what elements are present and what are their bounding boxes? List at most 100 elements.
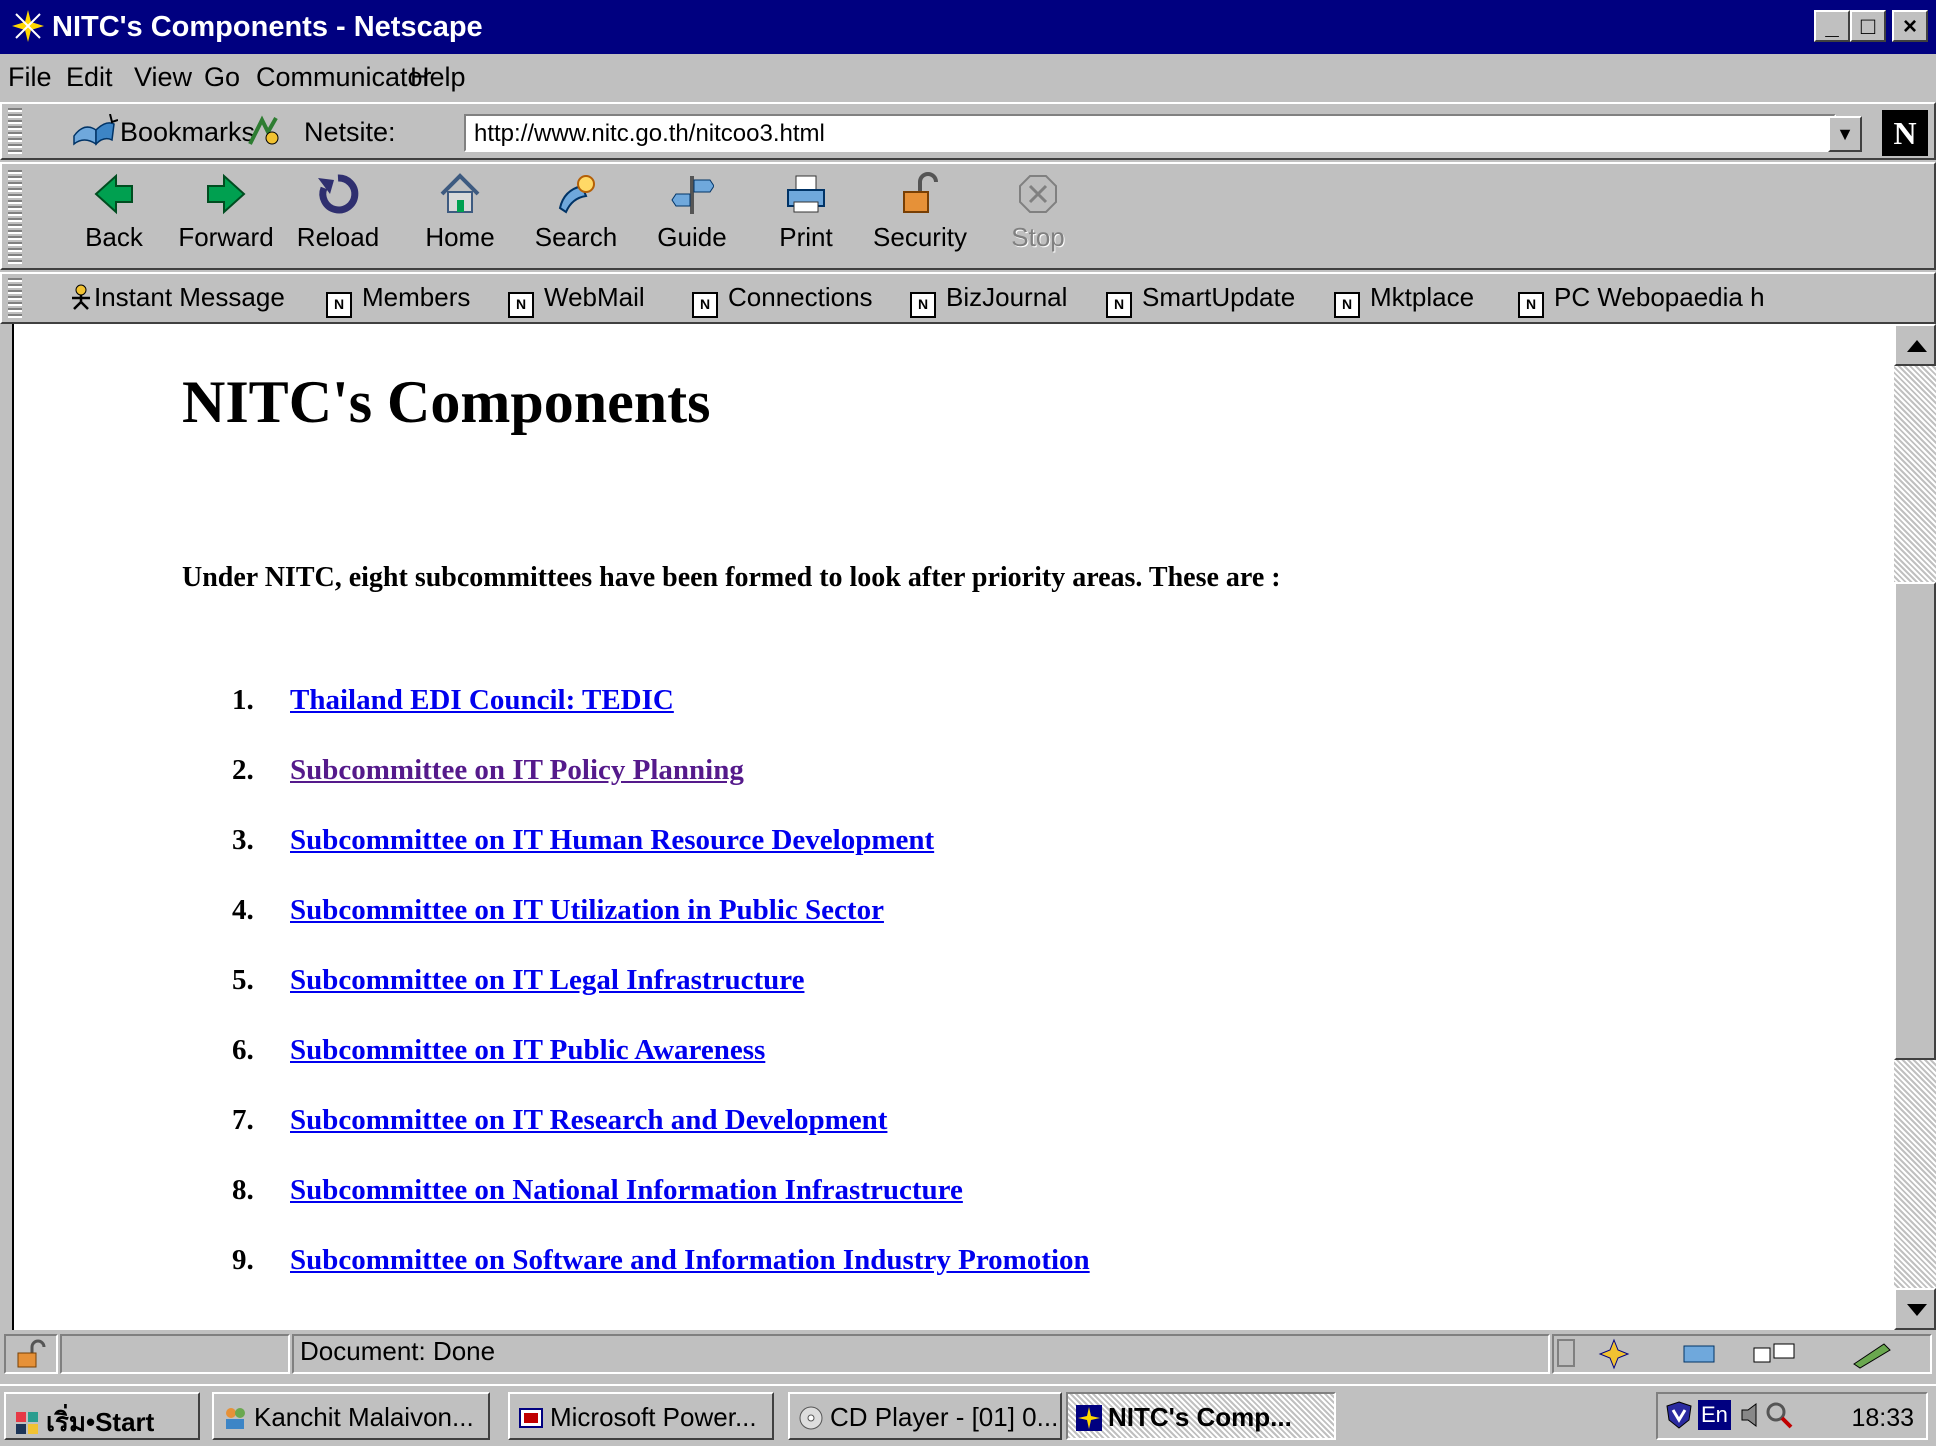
task-button-kanchit[interactable]: Kanchit Malaivon... <box>212 1392 490 1440</box>
speaker-icon[interactable] <box>1738 1400 1764 1430</box>
netscape-app-icon <box>10 8 46 44</box>
guide-icon <box>671 176 714 214</box>
powerpoint-icon <box>519 1408 543 1428</box>
bookmark-connections[interactable]: N Connections <box>692 282 873 318</box>
menu-help[interactable]: Help <box>410 62 466 93</box>
component-bar-icons <box>1557 1338 1891 1370</box>
navigation-toolbar: Back Forward Reload Home Search Guide Pr… <box>0 162 1936 270</box>
list-item-number: 6. <box>232 1034 254 1066</box>
bookmark-instant-message[interactable]: Instant Message <box>68 282 285 313</box>
windows-logo-icon <box>16 1412 38 1434</box>
netscape-page-icon: N <box>508 292 534 318</box>
netscape-page-icon: N <box>326 292 352 318</box>
bookmark-webmail[interactable]: N WebMail <box>508 282 645 318</box>
menu-bar: File Edit View Go Communicator Help <box>0 54 1936 100</box>
page-content: NITC's Components Under NITC, eight subc… <box>12 324 1894 1330</box>
bookmark-smartupdate[interactable]: N SmartUpdate <box>1106 282 1295 318</box>
window-title: NITC's Components - Netscape <box>52 11 483 43</box>
stop-button[interactable]: Stop <box>982 166 1094 268</box>
list-item-number: 1. <box>232 684 254 716</box>
menu-edit[interactable]: Edit <box>66 62 113 93</box>
list-item-number: 3. <box>232 824 254 856</box>
vertical-scrollbar[interactable] <box>1894 324 1936 1330</box>
maximize-button[interactable]: □ <box>1850 10 1886 42</box>
scroll-up-button[interactable] <box>1894 324 1936 366</box>
reload-button[interactable]: Reload <box>282 166 394 268</box>
netscape-page-icon: N <box>1334 292 1360 318</box>
search-button[interactable]: Search <box>520 166 632 268</box>
toolbar-grip[interactable] <box>8 108 22 154</box>
subcommittee-link[interactable]: Subcommittee on IT Human Resource Develo… <box>290 824 934 857</box>
system-tray: En 18:33 <box>1656 1392 1928 1440</box>
status-bar: Document: Done <box>0 1330 1936 1380</box>
component-bar <box>1552 1334 1932 1374</box>
subcommittee-link[interactable]: Thailand EDI Council: TEDIC <box>290 684 674 717</box>
search-tray-icon[interactable] <box>1764 1400 1794 1430</box>
language-indicator[interactable]: En <box>1698 1400 1731 1430</box>
bookmark-bizjournal[interactable]: N BizJournal <box>910 282 1067 318</box>
bookmark-pc-webopaedia[interactable]: N PC Webopaedia h <box>1518 282 1765 318</box>
subcommittee-link[interactable]: Subcommittee on National Information Inf… <box>290 1174 963 1207</box>
unlocked-padlock-icon <box>17 1339 46 1368</box>
print-button[interactable]: Print <box>750 166 862 268</box>
reload-icon <box>318 174 359 214</box>
security-status-pane[interactable] <box>4 1334 58 1374</box>
menu-go[interactable]: Go <box>204 62 240 93</box>
clock: 18:33 <box>1851 1404 1914 1432</box>
netscape-page-icon: N <box>910 292 936 318</box>
netscape-page-icon: N <box>692 292 718 318</box>
subcommittee-link[interactable]: Subcommittee on Software and Information… <box>290 1244 1090 1277</box>
url-dropdown-button[interactable]: ▼ <box>1828 116 1862 152</box>
people-icon <box>226 1408 245 1429</box>
security-button[interactable]: Security <box>864 166 976 268</box>
status-text: Document: Done <box>300 1336 496 1366</box>
home-button[interactable]: Home <box>404 166 516 268</box>
back-arrow-icon <box>94 173 133 215</box>
subcommittee-link[interactable]: Subcommittee on IT Public Awareness <box>290 1034 765 1067</box>
netscape-page-icon: N <box>1518 292 1544 318</box>
subcommittee-link[interactable]: Subcommittee on IT Research and Developm… <box>290 1104 887 1137</box>
search-icon <box>558 175 595 214</box>
intro-text: Under NITC, eight subcommittees have bee… <box>182 562 1281 593</box>
task-button-powerpoint[interactable]: Microsoft Power... <box>508 1392 774 1440</box>
bookmark-mktplace[interactable]: N Mktplace <box>1334 282 1474 318</box>
back-button[interactable]: Back <box>58 166 170 268</box>
scroll-down-button[interactable] <box>1894 1288 1936 1330</box>
netscape-page-icon: N <box>1106 292 1132 318</box>
task-button-netscape[interactable]: NITC's Comp... <box>1066 1392 1336 1440</box>
list-item-number: 2. <box>232 754 254 786</box>
windows-taskbar: เริ่ม•Start Kanchit Malaivon... Microsof… <box>0 1384 1936 1446</box>
forward-button[interactable]: Forward <box>170 166 282 268</box>
url-input[interactable]: http://www.nitc.go.th/nitcoo3.html <box>464 114 1836 152</box>
guide-button[interactable]: Guide <box>636 166 748 268</box>
list-item-number: 7. <box>232 1104 254 1136</box>
menu-view[interactable]: View <box>134 62 192 93</box>
netscape-logo[interactable]: N <box>1882 110 1928 156</box>
bookmark-members[interactable]: N Members <box>326 282 470 318</box>
subcommittee-link[interactable]: Subcommittee on IT Utilization in Public… <box>290 894 884 927</box>
instant-message-icon <box>72 284 90 310</box>
personal-toolbar: Instant Message N Members N WebMail N Conne… <box>0 272 1936 324</box>
close-button[interactable]: × <box>1892 10 1928 42</box>
task-button-cd-player[interactable]: CD Player - [01] 0... <box>788 1392 1062 1440</box>
minimize-button[interactable]: _ <box>1814 10 1850 42</box>
antivirus-shield-icon[interactable] <box>1664 1400 1694 1430</box>
page-heading: NITC's Components <box>182 369 711 435</box>
location-icon <box>248 115 279 145</box>
subcommittee-link[interactable]: Subcommittee on IT Legal Infrastructure <box>290 964 804 997</box>
menu-file[interactable]: File <box>8 62 52 93</box>
toolbar-grip[interactable] <box>8 278 22 318</box>
list-item-number: 5. <box>232 964 254 996</box>
scroll-thumb[interactable] <box>1894 582 1936 1060</box>
netscape-app-icon <box>1076 1405 1102 1431</box>
list-item-number: 4. <box>232 894 254 926</box>
subcommittee-link[interactable]: Subcommittee on IT Policy Planning <box>290 754 744 787</box>
forward-arrow-icon <box>207 173 246 215</box>
toolbar-grip[interactable] <box>8 168 22 264</box>
stop-icon <box>1019 175 1057 213</box>
start-button[interactable]: เริ่ม•Start <box>4 1392 200 1440</box>
bookmarks-button[interactable]: Bookmarks <box>120 117 255 148</box>
title-bar[interactable]: NITC's Components - Netscape _ □ × <box>0 0 1936 54</box>
menu-communicator[interactable]: Communicator <box>256 62 432 93</box>
bookmarks-icon <box>73 114 118 146</box>
